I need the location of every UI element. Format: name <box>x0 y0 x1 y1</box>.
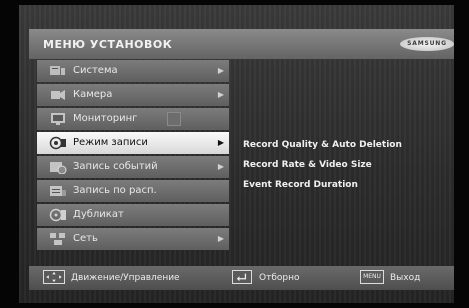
menu-item-schedule-record[interactable]: Запись по расп. <box>37 180 229 202</box>
network-icon <box>50 233 65 245</box>
menu-item-label: Система <box>73 65 118 76</box>
menu-item-label: Режим записи <box>73 137 148 148</box>
schedule-record-icon <box>50 186 66 196</box>
submenu-arrow-icon: ▶ <box>217 66 224 75</box>
system-icon <box>50 66 65 75</box>
menu-item-label: Мониторинг <box>73 113 138 124</box>
submenu-arrow-icon: ▶ <box>217 162 224 171</box>
menu-item-label: Сеть <box>73 233 98 244</box>
submenu-item-record-rate[interactable]: Record Rate & Video Size <box>243 155 402 175</box>
camera-icon <box>51 90 65 100</box>
enter-key-icon <box>232 270 252 284</box>
monitor-box <box>167 112 181 126</box>
monitor-icon <box>51 113 65 125</box>
backup-icon <box>49 208 66 222</box>
footer-move-label: Движение/Управление <box>71 273 180 283</box>
event-record-icon <box>50 162 67 174</box>
menu-item-label: Камера <box>73 89 113 100</box>
menu-item-label: Запись событий <box>73 161 158 172</box>
title-bar: МЕНЮ УСТАНОВОК SAMSUNG <box>29 29 454 59</box>
footer-bar: Движение/Управление Отборно MENU Выход <box>29 266 454 290</box>
record-mode-submenu: Record Quality & Auto Deletion Record Ra… <box>243 135 402 195</box>
footer-exit-label: Выход <box>390 273 421 283</box>
menu-item-label: Дубликат <box>73 209 124 220</box>
setup-menu: Система ▶ Камера ▶ Мониторинг Режим запи… <box>37 60 229 252</box>
menu-item-camera[interactable]: Камера ▶ <box>37 84 229 106</box>
menu-item-record-mode[interactable]: Режим записи ▶ <box>37 132 229 154</box>
submenu-item-record-quality[interactable]: Record Quality & Auto Deletion <box>243 135 402 155</box>
record-mode-icon <box>49 136 66 150</box>
menu-item-label: Запись по расп. <box>73 185 157 196</box>
submenu-arrow-icon: ▶ <box>217 90 224 99</box>
direction-keys-icon <box>43 270 65 284</box>
dvr-screen: МЕНЮ УСТАНОВОК SAMSUNG Система ▶ Камера … <box>19 5 454 303</box>
menu-item-network[interactable]: Сеть ▶ <box>37 228 229 250</box>
page-title: МЕНЮ УСТАНОВОК <box>43 38 173 51</box>
menu-item-system[interactable]: Система ▶ <box>37 60 229 82</box>
menu-item-event-record[interactable]: Запись событий ▶ <box>37 156 229 178</box>
submenu-arrow-icon: ▶ <box>217 234 224 243</box>
footer-enter-label: Отборно <box>259 273 300 283</box>
menu-item-backup[interactable]: Дубликат <box>37 204 229 226</box>
menu-item-monitoring[interactable]: Мониторинг <box>37 108 229 130</box>
submenu-item-event-duration[interactable]: Event Record Duration <box>243 175 402 195</box>
brand-logo: SAMSUNG <box>400 37 454 51</box>
submenu-arrow-icon: ▶ <box>217 138 224 147</box>
menu-key-icon: MENU <box>360 270 384 284</box>
